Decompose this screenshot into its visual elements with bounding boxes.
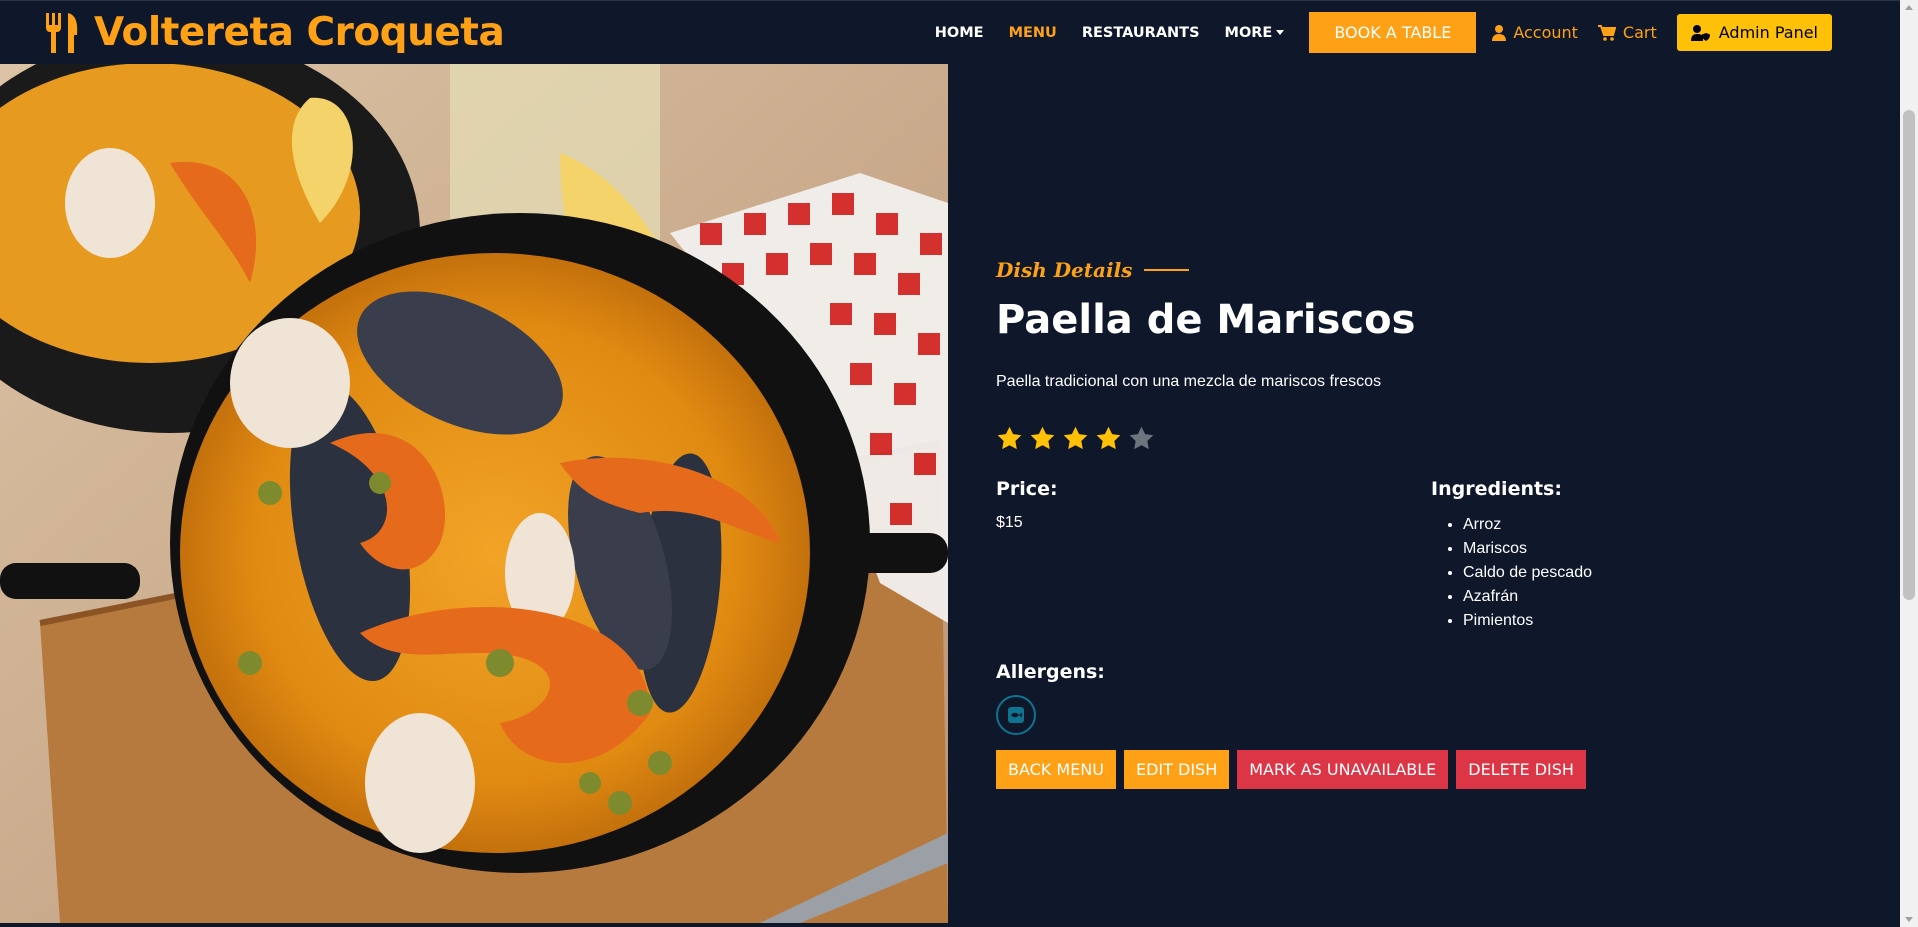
top-navbar: Voltereta Croqueta HOME MENU RESTAURANTS…: [0, 0, 1900, 64]
cart-label: Cart: [1622, 23, 1657, 42]
nav-links: HOME MENU RESTAURANTS MORE BOOK A TABLE …: [935, 12, 1832, 53]
eyebrow-divider: [1144, 269, 1190, 271]
scroll-down-arrow-icon[interactable]: [1905, 917, 1913, 922]
star-rating: [996, 425, 1856, 452]
admin-panel-button[interactable]: Admin Panel: [1676, 14, 1832, 51]
book-table-button[interactable]: BOOK A TABLE: [1309, 12, 1477, 53]
price-label: Price:: [996, 478, 1058, 500]
nav-more-dropdown[interactable]: MORE: [1225, 25, 1285, 41]
star-icon: [997, 426, 1022, 450]
account-link[interactable]: Account: [1492, 23, 1578, 42]
price-value: $15: [996, 514, 1023, 531]
list-item: Caldo de pescado: [1463, 561, 1592, 585]
cart-link[interactable]: Cart: [1597, 23, 1657, 42]
cart-icon: [1597, 24, 1616, 41]
list-item: Azafrán: [1463, 585, 1592, 609]
nav-more-label: MORE: [1224, 24, 1273, 41]
dish-description: Paella tradicional con una mezcla de mar…: [996, 373, 1382, 390]
price-column: Price: $15: [996, 478, 1431, 633]
nav-home[interactable]: HOME: [935, 25, 984, 41]
dish-title: Paella de Mariscos: [996, 297, 1416, 343]
account-label: Account: [1513, 23, 1578, 42]
list-item: Arroz: [1463, 513, 1592, 537]
list-item: Pimientos: [1463, 609, 1592, 633]
section-eyebrow: Dish Details: [996, 258, 1856, 282]
allergens-section: Allergens:: [996, 661, 1856, 735]
dish-photo: [0, 63, 948, 923]
utensils-icon: [46, 12, 78, 53]
mark-unavailable-button[interactable]: MARK AS UNAVAILABLE: [1237, 750, 1449, 789]
ingredients-list: Arroz Mariscos Caldo de pescado Azafrán …: [1431, 513, 1592, 633]
delete-dish-button[interactable]: DELETE DISH: [1456, 750, 1586, 789]
back-menu-button[interactable]: BACK MENU: [996, 750, 1116, 789]
fish-allergen-icon: [996, 695, 1036, 735]
scrollbar-thumb[interactable]: [1903, 110, 1915, 600]
page-scrollbar[interactable]: [1900, 0, 1918, 927]
ingredients-label: Ingredients:: [1431, 478, 1562, 500]
allergens-label: Allergens:: [996, 661, 1105, 683]
nav-restaurants[interactable]: RESTAURANTS: [1082, 25, 1200, 41]
dish-actions: BACK MENU EDIT DISH MARK AS UNAVAILABLE …: [996, 750, 1856, 789]
user-icon: [1492, 24, 1507, 41]
admin-panel-label: Admin Panel: [1718, 23, 1818, 42]
star-icon: [1096, 426, 1121, 450]
user-shield-icon: [1690, 24, 1710, 41]
caret-down-icon: [1276, 30, 1285, 35]
scroll-up-arrow-icon[interactable]: [1905, 5, 1913, 10]
star-icon: [1030, 426, 1055, 450]
brand-name: Voltereta Croqueta: [94, 10, 505, 55]
nav-menu[interactable]: MENU: [1009, 25, 1057, 41]
star-icon: [1063, 426, 1088, 450]
dish-info-columns: Price: $15 Ingredients: Arroz Mariscos C…: [996, 478, 1856, 633]
star-empty-icon: [1129, 426, 1154, 450]
ingredients-column: Ingredients: Arroz Mariscos Caldo de pes…: [1431, 478, 1592, 633]
edit-dish-button[interactable]: EDIT DISH: [1123, 750, 1230, 789]
eyebrow-label: Dish Details: [996, 258, 1133, 282]
brand-logo[interactable]: Voltereta Croqueta: [44, 10, 505, 55]
dish-details: Dish Details Paella de Mariscos Paella t…: [996, 258, 1856, 789]
list-item: Mariscos: [1463, 537, 1592, 561]
